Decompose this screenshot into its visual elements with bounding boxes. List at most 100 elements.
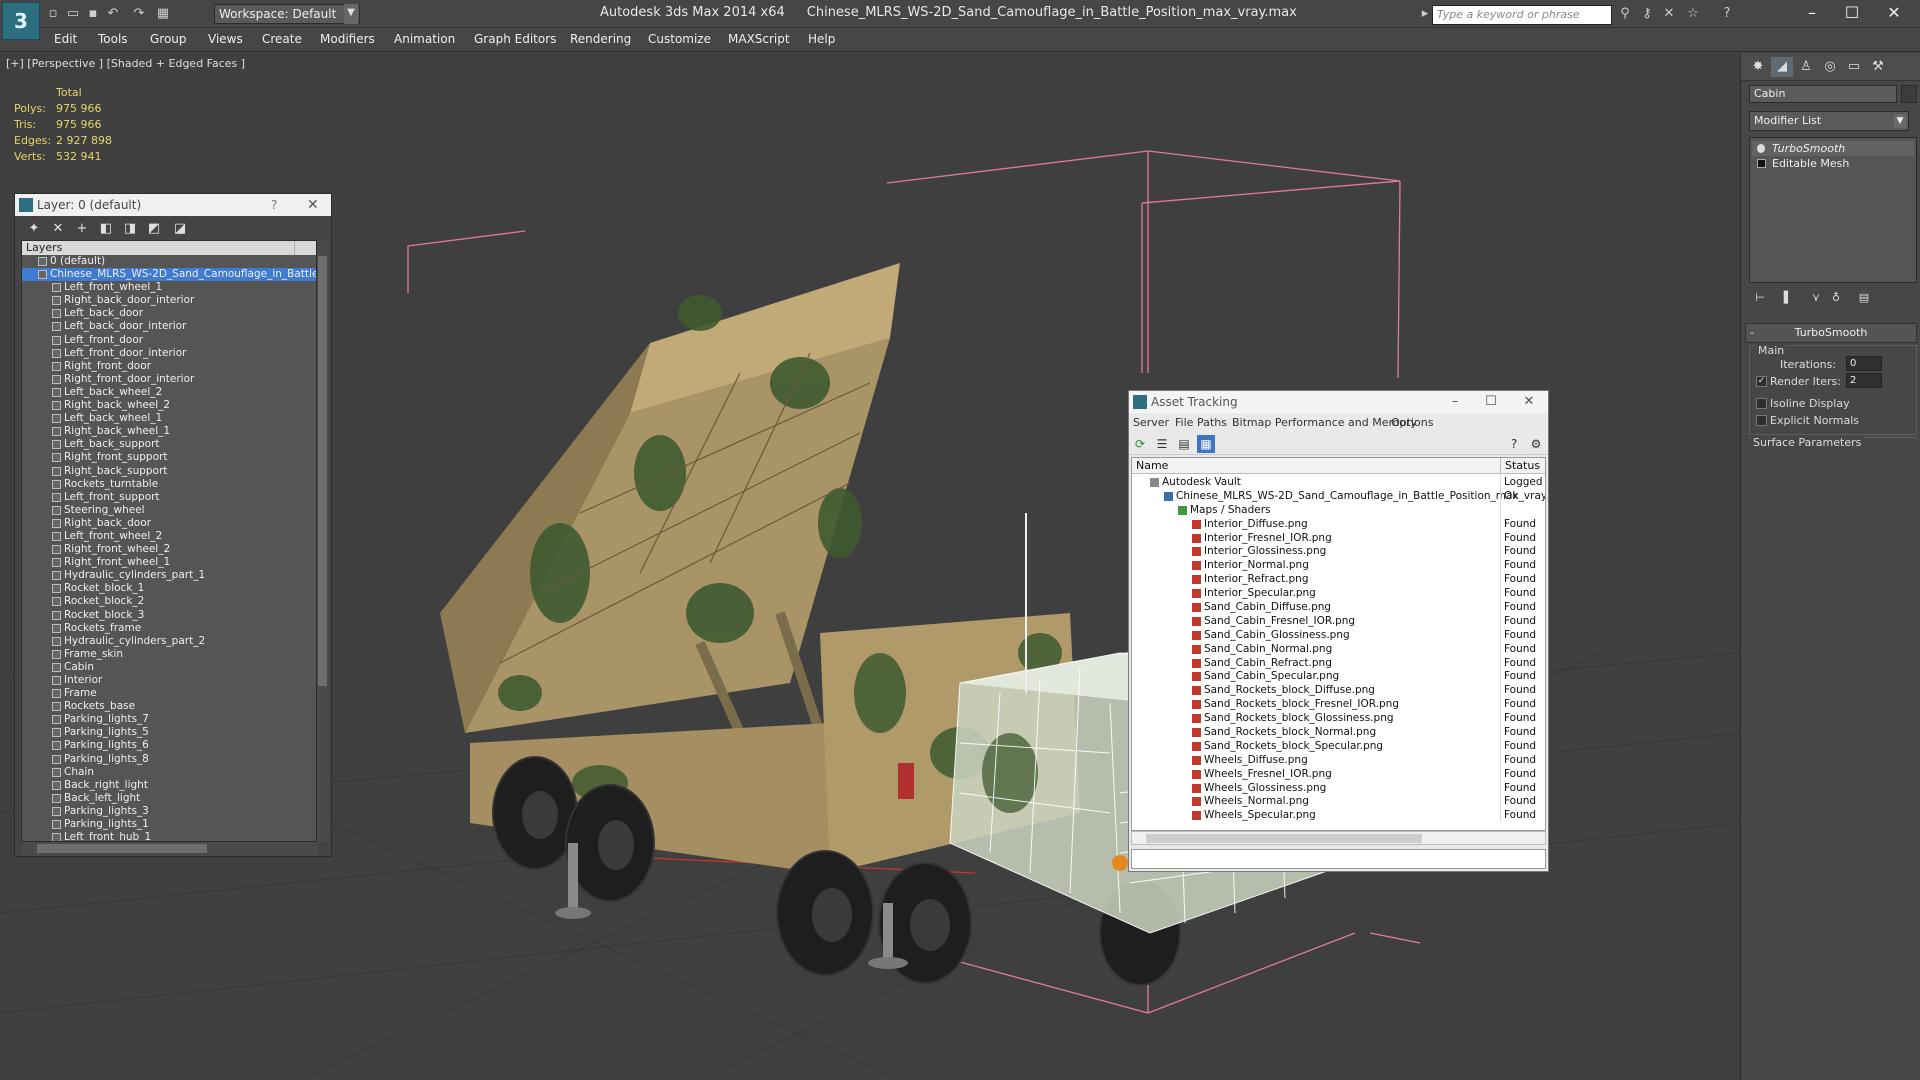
menu-server[interactable]: Server — [1133, 416, 1169, 429]
render-iters-spinner[interactable]: 2 — [1846, 373, 1882, 388]
delete-layer-icon[interactable]: ✕ — [49, 220, 67, 238]
modifier-list-dropdown[interactable]: Modifier List ▼ — [1749, 111, 1909, 131]
asset-row[interactable]: Interior_Normal.png Found — [1132, 558, 1545, 573]
object-row[interactable]: Left_back_support — [22, 438, 316, 451]
object-row[interactable]: Right_front_door_interior — [22, 373, 316, 386]
render-iters-checkbox[interactable]: ✓ — [1756, 376, 1767, 387]
save-icon[interactable]: ▪ — [84, 6, 102, 22]
asset-row[interactable]: Sand_Cabin_Normal.png Found — [1132, 641, 1545, 656]
menu-group[interactable]: Group — [150, 32, 187, 46]
asset-row[interactable]: Wheels_Fresnel_IOR.png Found — [1132, 766, 1545, 781]
workspace-select[interactable]: Workspace: Default — [214, 4, 360, 24]
object-row[interactable]: Cabin — [22, 661, 316, 674]
asset-row[interactable]: Interior_Fresnel_IOR.png Found — [1132, 530, 1545, 545]
undo-icon[interactable]: ↶ — [104, 6, 122, 22]
menu-maxscript[interactable]: MAXScript — [728, 32, 790, 46]
close-icon[interactable]: ✕ — [307, 194, 319, 216]
modify-tab-icon[interactable]: ◢ — [1771, 57, 1793, 77]
object-row[interactable]: Left_front_wheel_1 — [22, 281, 316, 294]
asset-row[interactable]: Sand_Cabin_Specular.png Found — [1132, 669, 1545, 684]
viewport-label[interactable]: [+] [Perspective ] [Shaded + Edged Faces… — [6, 57, 245, 70]
object-row[interactable]: Back_right_light — [22, 779, 316, 792]
menu-file[interactable]: File — [1175, 416, 1193, 429]
object-row[interactable]: Left_back_wheel_1 — [22, 412, 316, 425]
asset-tracking-titlebar[interactable]: Asset Tracking – ☐ ✕ — [1129, 391, 1548, 413]
menu-edit[interactable]: Edit — [54, 32, 77, 46]
object-row[interactable]: Right_front_wheel_1 — [22, 556, 316, 569]
stack-item-editable-mesh[interactable]: Editable Mesh — [1752, 156, 1914, 171]
utilities-tab-icon[interactable]: ⚒ — [1867, 57, 1889, 77]
object-row[interactable]: Rocket_block_3 — [22, 609, 316, 622]
help-icon[interactable]: ? — [1718, 6, 1736, 22]
object-row[interactable]: Parking_lights_7 — [22, 713, 316, 726]
object-row[interactable]: Parking_lights_1 — [22, 818, 316, 831]
minimize-icon[interactable]: – — [1437, 391, 1473, 413]
asset-row[interactable]: Interior_Glossiness.png Found — [1132, 544, 1545, 559]
star-icon[interactable]: ☆ — [1684, 6, 1702, 22]
detail-view-icon[interactable]: ▤ — [1175, 435, 1193, 453]
asset-row[interactable]: Wheels_Glossiness.png Found — [1132, 780, 1545, 795]
add-to-layer-icon[interactable]: + — [73, 220, 91, 238]
object-row[interactable]: Right_back_wheel_2 — [22, 399, 316, 412]
lightbulb-icon[interactable] — [1757, 144, 1765, 153]
menu-create[interactable]: Create — [262, 32, 302, 46]
close-icon[interactable]: ✕ — [1511, 391, 1547, 413]
asset-row[interactable]: Sand_Cabin_Fresnel_IOR.png Found — [1132, 613, 1545, 628]
chevron-down-icon[interactable]: ▼ — [344, 4, 358, 24]
menu-options[interactable]: Options — [1391, 416, 1433, 429]
exchange-icon[interactable]: ✕ — [1660, 6, 1678, 22]
asset-row[interactable]: Interior_Specular.png Found — [1132, 586, 1545, 601]
object-row[interactable]: Back_left_light — [22, 792, 316, 805]
pin-stack-icon[interactable]: ⊢ — [1751, 289, 1769, 307]
menu-modifiers[interactable]: Modifiers — [320, 32, 375, 46]
horizontal-scrollbar[interactable] — [1131, 831, 1546, 845]
project-folder-icon[interactable]: ▦ — [154, 6, 172, 22]
object-row[interactable]: Rockets_frame — [22, 622, 316, 635]
object-row[interactable]: Right_back_door_interior — [22, 294, 316, 307]
refresh-icon[interactable]: ⟳ — [1131, 435, 1149, 453]
asset-row[interactable]: Wheels_Diffuse.png Found — [1132, 752, 1545, 767]
show-end-result-icon[interactable]: ▌ — [1779, 289, 1797, 307]
asset-row[interactable]: Sand_Rockets_block_Fresnel_IOR.png Found — [1132, 697, 1545, 712]
object-row[interactable]: Rockets_base — [22, 700, 316, 713]
object-row[interactable]: Steering_wheel — [22, 504, 316, 517]
scrollbar-thumb[interactable] — [1146, 834, 1422, 843]
object-row[interactable]: Parking_lights_3 — [22, 805, 316, 818]
object-row[interactable]: Left_front_door_interior — [22, 347, 316, 360]
menu-tools[interactable]: Tools — [98, 32, 128, 46]
help-icon[interactable]: ? — [1505, 435, 1523, 453]
menu-animation[interactable]: Animation — [394, 32, 455, 46]
object-row[interactable]: Hydraulic_cylinders_part_2 — [22, 635, 316, 648]
explicit-normals-checkbox[interactable] — [1756, 415, 1767, 426]
asset-row[interactable]: Interior_Refract.png Found — [1132, 572, 1545, 587]
menu-customize[interactable]: Customize — [648, 32, 711, 46]
asset-row[interactable]: Sand_Rockets_block_Normal.png Found — [1132, 725, 1545, 740]
layer-row-default[interactable]: 0 (default) — [22, 255, 316, 268]
asset-row[interactable]: Sand_Cabin_Glossiness.png Found — [1132, 627, 1545, 642]
create-layer-icon[interactable]: ✦ — [25, 220, 43, 238]
asset-row[interactable]: Sand_Cabin_Refract.png Found — [1132, 655, 1545, 670]
asset-row[interactable]: Chinese_MLRS_WS-2D_Sand_Camouflage_in_Ba… — [1132, 488, 1545, 503]
horizontal-scrollbar[interactable] — [21, 842, 317, 856]
object-row[interactable]: Frame — [22, 687, 316, 700]
object-row[interactable]: Right_back_wheel_1 — [22, 425, 316, 438]
help-icon[interactable]: ? — [271, 194, 277, 216]
asset-row[interactable]: Sand_Rockets_block_Glossiness.png Found — [1132, 711, 1545, 726]
asset-row[interactable]: Sand_Rockets_block_Diffuse.png Found — [1132, 683, 1545, 698]
display-tab-icon[interactable]: ▭ — [1843, 57, 1865, 77]
configure-sets-icon[interactable]: ▤ — [1855, 289, 1873, 307]
object-row[interactable]: Right_front_door — [22, 360, 316, 373]
asset-row[interactable]: Sand_Rockets_block_Specular.png Found — [1132, 738, 1545, 753]
object-row[interactable]: Rocket_block_2 — [22, 595, 316, 608]
object-row[interactable]: Right_front_support — [22, 451, 316, 464]
scrollbar-thumb[interactable] — [37, 844, 207, 853]
asset-row[interactable]: Wheels_Specular.png Found — [1132, 808, 1545, 823]
object-row[interactable]: Left_back_wheel_2 — [22, 386, 316, 399]
hide-layers-icon[interactable]: ◩ — [145, 220, 163, 238]
object-row[interactable]: Right_front_wheel_2 — [22, 543, 316, 556]
key-icon[interactable]: ⚷ — [1638, 6, 1656, 22]
layer-list-header[interactable]: Layers — [22, 241, 316, 255]
create-tab-icon[interactable]: ✸ — [1747, 57, 1769, 77]
menu-paths[interactable]: Paths — [1197, 416, 1227, 429]
column-status[interactable]: Status — [1500, 458, 1545, 474]
